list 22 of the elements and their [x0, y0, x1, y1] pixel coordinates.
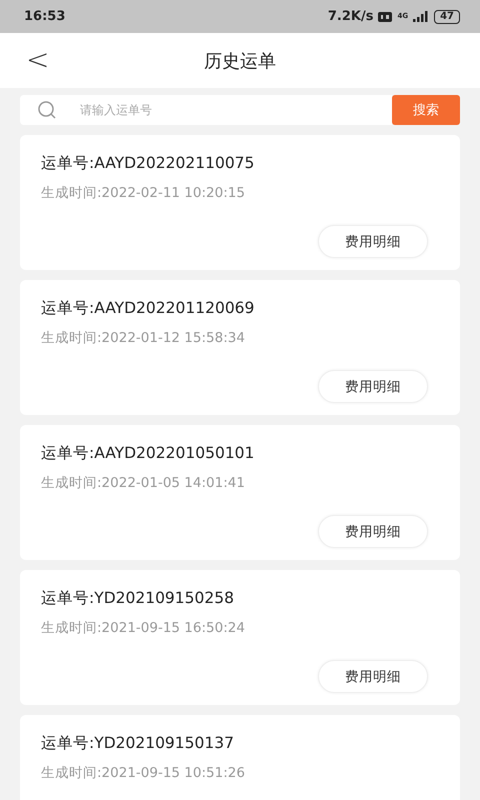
- created-time: 生成时间:2022-01-05 14:01:41: [41, 474, 246, 492]
- fee-details-button[interactable]: 费用明细: [318, 225, 428, 258]
- status-time: 16:53: [24, 9, 66, 24]
- signal-icon: [413, 11, 430, 22]
- created-time: 生成时间:2021-09-15 10:51:26: [41, 764, 246, 782]
- back-button[interactable]: <: [18, 45, 58, 75]
- fee-details-button[interactable]: 费用明细: [318, 660, 428, 693]
- battery-indicator: 47: [434, 10, 460, 24]
- created-time: 生成时间:2022-02-11 10:20:15: [41, 184, 246, 202]
- order-number: 运单号:AAYD202201050101: [41, 443, 256, 464]
- created-time: 生成时间:2022-01-12 15:58:34: [41, 329, 246, 347]
- order-number: 运单号:AAYD202202110075: [41, 153, 256, 174]
- created-time: 生成时间:2021-09-15 16:50:24: [41, 619, 246, 637]
- order-number: 运单号:YD202109150137: [41, 733, 235, 754]
- search-icon: [36, 99, 58, 121]
- fee-details-button[interactable]: 费用明细: [318, 515, 428, 548]
- order-number: 运单号:AAYD202201120069: [41, 298, 256, 319]
- order-number: 运单号:YD202109150258: [41, 588, 235, 609]
- search-field[interactable]: 请输入运单号: [20, 95, 392, 125]
- network-speed: 7.2K/s: [328, 9, 374, 24]
- fee-details-button[interactable]: 费用明细: [318, 370, 428, 403]
- page-title: 历史运单: [204, 50, 276, 72]
